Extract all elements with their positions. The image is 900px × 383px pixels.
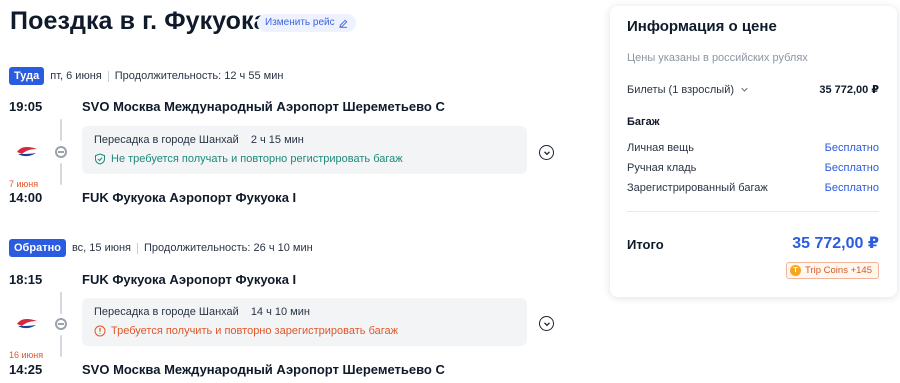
return-arr-time: 14:25 <box>9 362 43 377</box>
outbound-duration: Продолжительность: 12 ч 55 мин <box>114 70 284 82</box>
outbound-arr-date: 7 июня <box>9 179 39 189</box>
baggage-note: Не требуется получать и повторно регистр… <box>111 153 403 165</box>
total-value: 35 772,00 ₽ <box>792 235 879 252</box>
coin-icon: T <box>790 265 802 276</box>
expand-outbound-button[interactable] <box>539 145 554 160</box>
price-card-title: Информация о цене <box>627 18 777 35</box>
return-date: вс, 15 июня <box>71 242 132 254</box>
checked-baggage-label: Зарегистрированный багаж <box>627 182 768 194</box>
timeline-line <box>60 163 62 185</box>
expand-return-button[interactable] <box>539 316 554 331</box>
return-header: Обратно вс, 15 июня Продолжительность: 2… <box>9 239 313 257</box>
return-dep-time: 18:15 <box>9 272 43 287</box>
outbound-arr-airport: FUK Фукуока Аэропорт Фукуока I <box>82 190 297 205</box>
personal-item-value: Бесплатно <box>824 142 879 154</box>
baggage-note: Требуется получить и повторно зарегистри… <box>111 325 398 337</box>
transfer-time: 2 ч 15 мин <box>250 134 304 146</box>
outbound-transfer-box: Пересадка в городе Шанхай 2 ч 15 мин Не … <box>82 126 527 174</box>
price-card-subtitle: Цены указаны в российских рублях <box>627 52 808 64</box>
shield-check-icon <box>95 153 105 165</box>
baggage-title: Багаж <box>627 116 660 128</box>
warning-icon <box>94 325 106 337</box>
tickets-row: Билеты (1 взрослый) 35 772,00 ₽ <box>627 83 879 97</box>
return-transfer-box: Пересадка в городе Шанхай 14 ч 10 мин Тр… <box>82 298 527 346</box>
timeline-line <box>60 119 62 141</box>
divider <box>107 70 109 82</box>
china-eastern-logo <box>17 147 37 157</box>
transfer-city: Пересадка в городе Шанхай <box>94 306 239 318</box>
change-flight-button[interactable]: Изменить рейс <box>257 14 356 32</box>
stop-icon <box>55 318 67 330</box>
tickets-toggle[interactable]: Билеты (1 взрослый) <box>627 83 749 96</box>
chevron-down-icon <box>741 87 748 92</box>
personal-item-row: Личная вещь Бесплатно <box>627 142 879 154</box>
carry-on-value: Бесплатно <box>824 162 879 174</box>
change-flight-label: Изменить рейс <box>265 17 335 28</box>
return-arr-date: 16 июня <box>9 350 44 360</box>
personal-item-label: Личная вещь <box>627 142 694 154</box>
transfer-time: 14 ч 10 мин <box>250 306 310 318</box>
tickets-value: 35 772,00 ₽ <box>819 84 879 96</box>
return-arr-airport: SVO Москва Международный Аэропорт Шереме… <box>82 362 445 377</box>
tickets-label: Билеты (1 взрослый) <box>627 83 735 96</box>
outbound-arr-time: 14:00 <box>9 190 43 205</box>
china-eastern-logo <box>17 319 37 329</box>
chevron-down-icon <box>543 150 550 155</box>
outbound-dep-airport: SVO Москва Международный Аэропорт Шереме… <box>82 99 445 114</box>
outbound-date: пт, 6 июня <box>50 70 102 82</box>
timeline-line <box>60 335 62 357</box>
timeline-line <box>60 292 62 314</box>
outbound-badge: Туда <box>9 67 45 85</box>
return-badge: Обратно <box>9 239 66 257</box>
trip-coins-label: Trip Coins +145 <box>805 265 872 276</box>
total-label: Итого <box>627 237 664 252</box>
price-info-card: Информация о цене Цены указаны в российс… <box>610 6 897 297</box>
outbound-header: Туда пт, 6 июня Продолжительность: 12 ч … <box>9 67 283 85</box>
chevron-down-icon <box>543 321 550 326</box>
checked-baggage-value: Бесплатно <box>824 182 879 194</box>
page-title: Поездка в г. Фукуока <box>10 7 268 35</box>
stop-icon <box>55 146 67 158</box>
carry-on-row: Ручная кладь Бесплатно <box>627 162 879 174</box>
divider <box>137 242 139 254</box>
outbound-dep-time: 19:05 <box>9 99 43 114</box>
return-duration: Продолжительность: 26 ч 10 мин <box>144 242 313 254</box>
carry-on-label: Ручная кладь <box>627 162 697 174</box>
return-dep-airport: FUK Фукуока Аэропорт Фукуока I <box>82 272 297 287</box>
transfer-city: Пересадка в городе Шанхай <box>94 134 239 146</box>
trip-coins-badge: T Trip Coins +145 <box>786 262 879 279</box>
divider <box>627 211 879 212</box>
edit-icon <box>338 19 347 28</box>
checked-baggage-row: Зарегистрированный багаж Бесплатно <box>627 182 879 194</box>
